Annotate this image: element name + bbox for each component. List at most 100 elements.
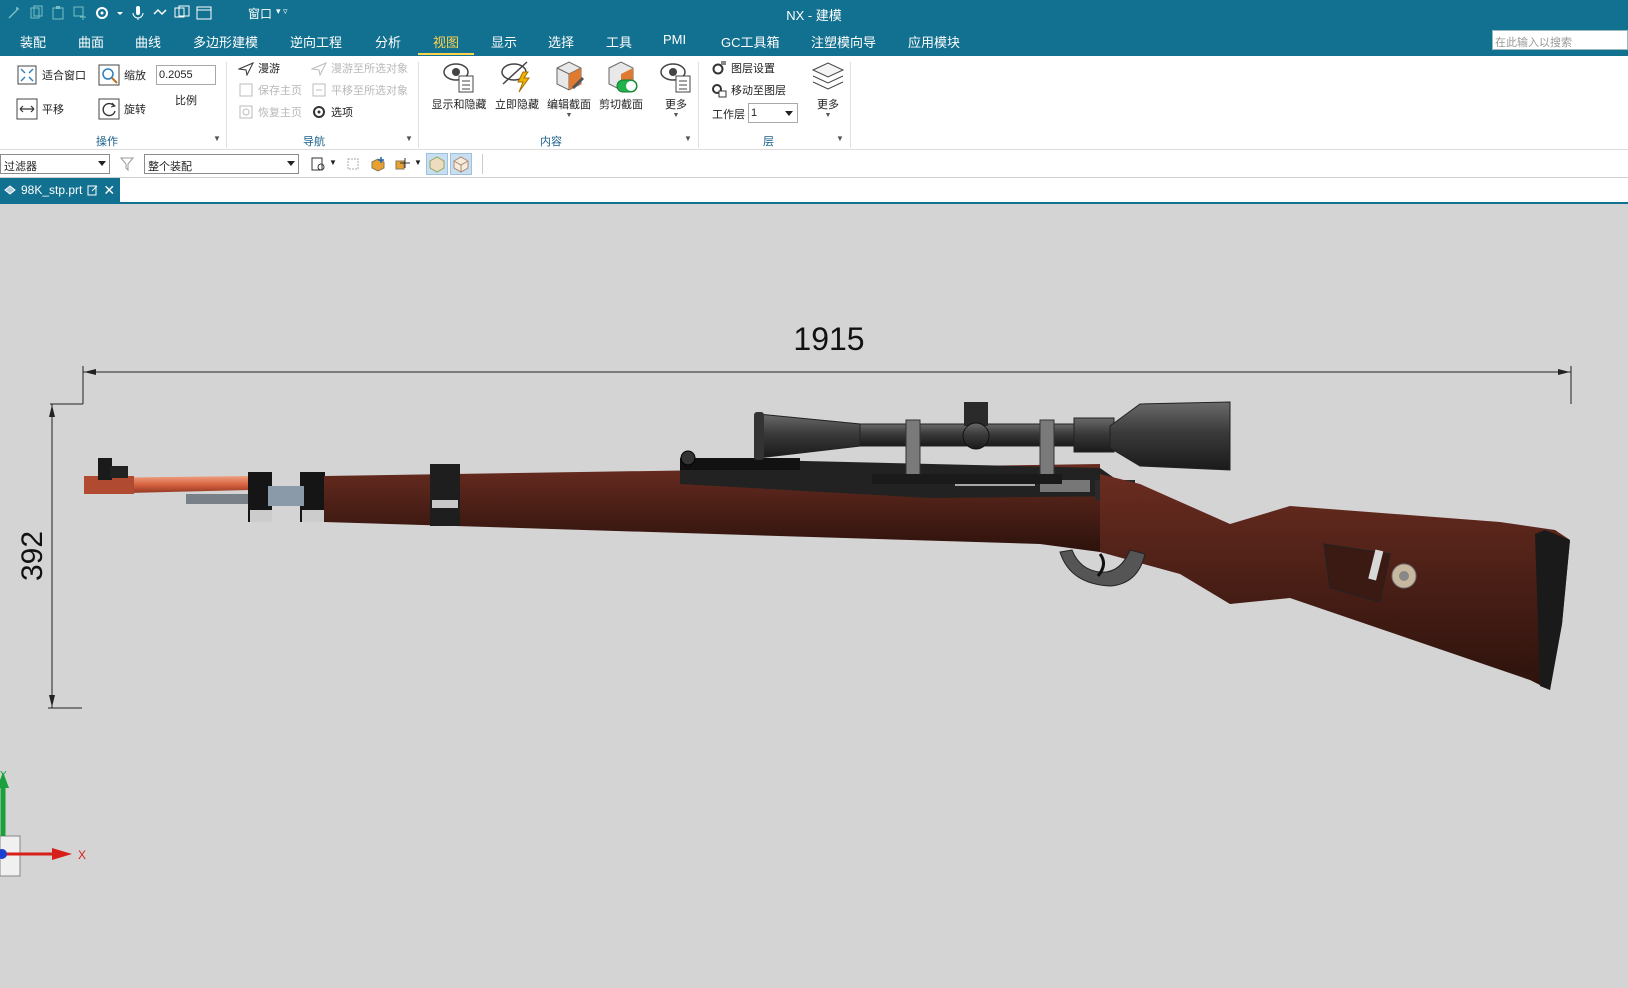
pan-to-selected-label: 平移至所选对象 xyxy=(331,85,408,97)
tab-assembly[interactable]: 装配 xyxy=(20,32,46,51)
tab-reverse-engineering[interactable]: 逆向工程 xyxy=(290,32,342,51)
tab-curve[interactable]: 曲线 xyxy=(135,32,161,51)
pan-icon xyxy=(16,98,38,120)
layer-more-button[interactable]: 更多 ▼ xyxy=(808,58,848,120)
navigate-options-button[interactable]: 选项 xyxy=(311,104,353,120)
zoom-icon xyxy=(98,64,120,86)
command-search-input[interactable]: 在此输入以搜索 xyxy=(1492,30,1628,50)
modified-indicator-icon xyxy=(87,185,98,195)
move-to-layer-label: 移动至图层 xyxy=(731,85,786,97)
save-home-icon xyxy=(238,82,254,98)
fly-to-selected-label: 漫游至所选对象 xyxy=(331,63,408,75)
dropdown-caret-icon xyxy=(98,161,106,166)
coordinate-triad: X Y xyxy=(0,770,86,877)
clip-section-button[interactable]: 剪切截面 xyxy=(598,58,644,112)
tab-analysis[interactable]: 分析 xyxy=(375,32,401,51)
add-component-icon[interactable] xyxy=(370,156,386,172)
move-to-layer-button[interactable]: 移动至图层 xyxy=(711,82,786,98)
edit-section-cube-icon xyxy=(551,58,587,94)
snap-point-caret-icon[interactable]: ▼ xyxy=(414,158,422,167)
selection-options-caret-icon[interactable]: ▼ xyxy=(329,158,337,167)
pan-button[interactable]: 平移 xyxy=(16,98,64,120)
graphics-window[interactable]: 1915 392 X Y xyxy=(0,204,1628,988)
layer-more-caret-icon[interactable]: ▼ xyxy=(825,112,832,120)
immediate-hide-button[interactable]: 立即隐藏 xyxy=(494,58,540,112)
selection-scope-dropdown[interactable]: 整个装配 xyxy=(144,154,299,174)
document-tab-bar: 98K_stp.prt ✕ xyxy=(0,178,1628,204)
clip-section-label: 剪切截面 xyxy=(599,99,643,111)
operate-group-expand-icon[interactable]: ▼ xyxy=(213,134,221,143)
show-edges-toggle[interactable] xyxy=(450,153,472,175)
rotate-label: 旋转 xyxy=(124,104,146,116)
work-layer-select[interactable]: 1 xyxy=(748,103,798,123)
ribbon-tab-bar: 装配 曲面 曲线 多边形建模 逆向工程 分析 视图 显示 选择 工具 PMI G… xyxy=(0,26,1628,56)
close-tab-icon[interactable]: ✕ xyxy=(103,182,115,199)
restore-home-button[interactable]: 恢复主页 xyxy=(238,104,302,120)
airplane-icon xyxy=(237,60,255,77)
zoom-scale-input[interactable]: 0.2055 xyxy=(156,65,216,85)
fly-to-selected-button[interactable]: 漫游至所选对象 xyxy=(310,60,408,77)
tab-mold-wizard[interactable]: 注塑模向导 xyxy=(811,32,876,51)
content-more-caret-icon[interactable]: ▼ xyxy=(673,112,680,120)
tab-display[interactable]: 显示 xyxy=(491,32,517,51)
select-feature-icon[interactable] xyxy=(345,156,361,172)
type-filter-dropdown[interactable]: 过滤器 xyxy=(0,154,110,174)
work-layer-label: 工作层 xyxy=(712,109,745,121)
document-tab-label: 98K_stp.prt xyxy=(21,183,83,197)
content-more-button[interactable]: 更多 ▼ xyxy=(656,58,696,120)
toolbar-divider xyxy=(482,154,483,174)
scale-label: 比例 xyxy=(175,95,197,107)
edit-section-label: 编辑截面 xyxy=(547,99,591,111)
show-hide-button[interactable]: 显示和隐藏 xyxy=(430,58,488,112)
operate-group-label: 操作 xyxy=(96,136,118,148)
pan-to-selected-button[interactable]: 平移至所选对象 xyxy=(311,82,408,98)
tab-view[interactable]: 视图 xyxy=(433,32,459,51)
rotate-button[interactable]: 旋转 xyxy=(98,98,146,120)
horizontal-dimension[interactable]: 1915 xyxy=(50,321,1572,405)
document-tab[interactable]: 98K_stp.prt ✕ xyxy=(0,178,120,202)
zoom-label: 缩放 xyxy=(124,70,146,82)
layer-settings-gear-icon xyxy=(711,60,727,76)
tab-gc-toolbox[interactable]: GC工具箱 xyxy=(721,32,780,51)
tab-polygon-modeling[interactable]: 多边形建模 xyxy=(193,32,258,51)
fly-button[interactable]: 漫游 xyxy=(237,60,280,77)
save-home-label: 保存主页 xyxy=(258,85,302,97)
snap-point-icon[interactable] xyxy=(394,156,410,172)
edit-section-button[interactable]: 编辑截面 ▼ xyxy=(546,58,592,120)
content-more-label: 更多 xyxy=(665,99,687,111)
pan-to-selected-icon xyxy=(311,82,327,98)
layer-settings-button[interactable]: 图层设置 xyxy=(711,60,775,76)
group-divider xyxy=(418,62,419,148)
layer-group-expand-icon[interactable]: ▼ xyxy=(836,134,844,143)
options-label: 选项 xyxy=(331,107,353,119)
restore-home-icon xyxy=(238,104,254,120)
show-faces-toggle[interactable] xyxy=(426,153,448,175)
horizontal-dimension-value: 1915 xyxy=(793,321,864,357)
eye-lightning-icon xyxy=(499,58,535,94)
navigate-group-expand-icon[interactable]: ▼ xyxy=(405,134,413,143)
rifle-model[interactable] xyxy=(84,401,1570,690)
x-axis-label: X xyxy=(78,848,86,862)
layer-group-label: 层 xyxy=(763,136,774,148)
content-group-expand-icon[interactable]: ▼ xyxy=(684,134,692,143)
edit-section-caret-icon[interactable]: ▼ xyxy=(566,112,573,120)
clip-section-toggle-icon xyxy=(603,58,639,94)
funnel-filter-icon[interactable] xyxy=(119,156,135,172)
tab-surface[interactable]: 曲面 xyxy=(78,32,104,51)
tab-select[interactable]: 选择 xyxy=(548,32,574,51)
zoom-button[interactable]: 缩放 xyxy=(98,64,146,86)
tab-tools[interactable]: 工具 xyxy=(606,32,632,51)
tab-pmi[interactable]: PMI xyxy=(663,32,686,47)
fit-window-icon xyxy=(16,64,38,86)
layer-more-label: 更多 xyxy=(817,99,839,111)
vertical-dimension[interactable]: 392 xyxy=(16,404,82,709)
general-selection-icon[interactable] xyxy=(310,156,326,172)
navigate-group-label: 导航 xyxy=(303,136,325,148)
model-view[interactable]: 1915 392 X Y xyxy=(0,204,1628,988)
work-layer-value: 1 xyxy=(751,107,758,119)
selection-scope-value: 整个装配 xyxy=(148,161,192,173)
fit-window-button[interactable]: 适合窗口 xyxy=(16,64,86,86)
type-filter-value: 过滤器 xyxy=(4,161,37,173)
tab-application[interactable]: 应用模块 xyxy=(908,32,960,51)
save-home-button[interactable]: 保存主页 xyxy=(238,82,302,98)
